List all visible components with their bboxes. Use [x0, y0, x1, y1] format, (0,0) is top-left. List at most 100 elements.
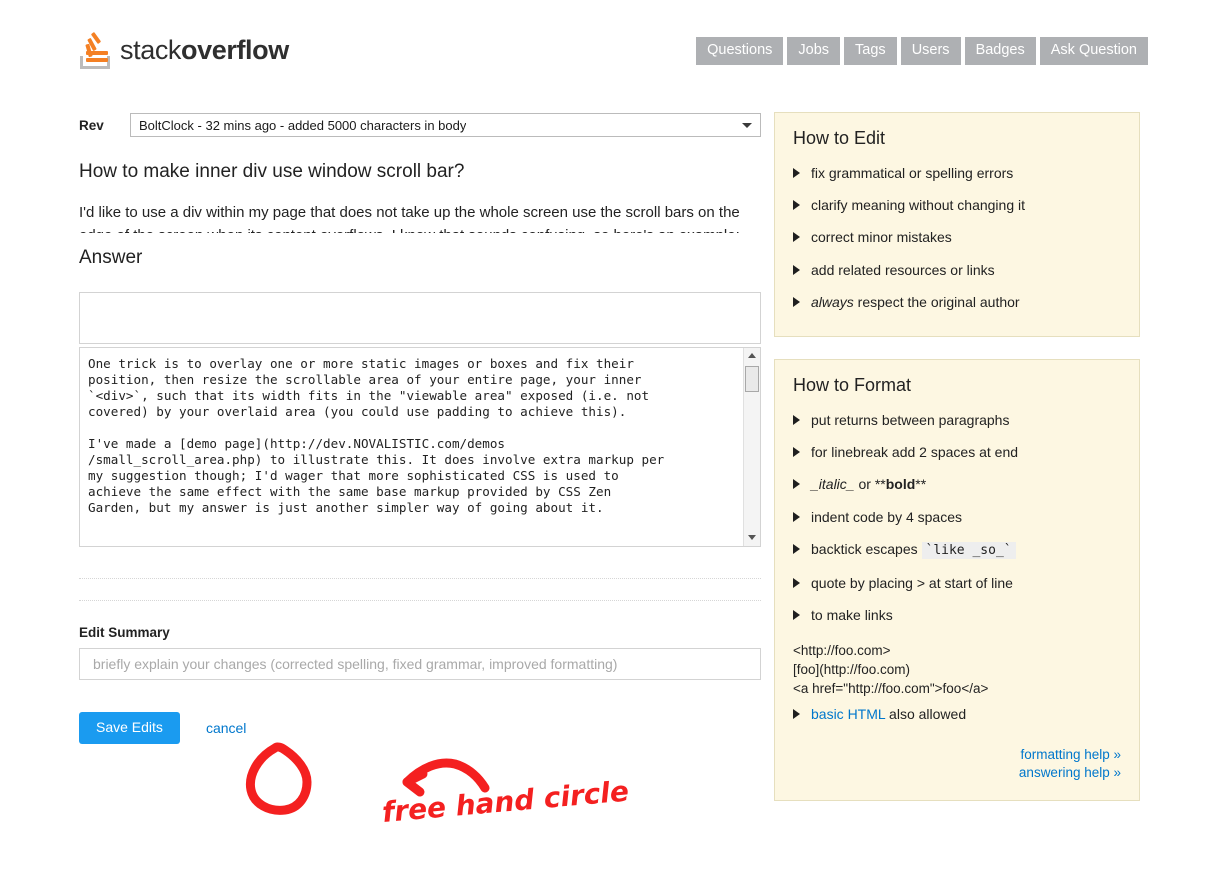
list-item-label: to make links [811, 606, 893, 623]
list-item: correct minor mistakes [793, 221, 1121, 253]
nav-users[interactable]: Users [900, 37, 961, 65]
help-links: formatting help » answering help » [793, 746, 1121, 782]
basic-html-link[interactable]: basic HTML [811, 706, 885, 722]
how-to-format-title: How to Format [793, 374, 912, 395]
list-item: indent code by 4 spaces [793, 501, 1121, 533]
save-edits-button[interactable]: Save Edits [79, 711, 180, 745]
list-item: add related resources or links [793, 254, 1121, 286]
stackoverflow-logo[interactable]: stackoverflow [79, 28, 289, 72]
bullet-triangle-icon [793, 577, 800, 588]
link-sample-autolink: <http://foo.com> [793, 642, 891, 658]
edit-form: Rev BoltClock - 32 mins ago - added 5000… [79, 112, 761, 745]
list-item: to make links [793, 599, 1121, 631]
list-item-label: backtick escapes [811, 540, 922, 557]
bullet-triangle-icon [793, 168, 800, 178]
freehand-annotation-text: free hand circle [381, 775, 630, 829]
list-item-label: quote by placing > at start of line [811, 574, 1013, 591]
list-item-label: respect the original author [853, 293, 1020, 310]
revision-selected-value: BoltClock - 32 mins ago - added 5000 cha… [139, 117, 467, 133]
how-to-edit-title: How to Edit [793, 128, 886, 148]
arrow-shaft-icon [402, 758, 490, 793]
cancel-link[interactable]: cancel [206, 720, 246, 736]
top-navigation: Questions Jobs Tags Users Badges Ask Que… [696, 37, 1148, 65]
list-item-label: add related resources or links [811, 261, 995, 278]
freehand-annotation-svg: free hand circle [245, 742, 630, 829]
list-item-emphasis: always [811, 293, 854, 310]
nav-ask-question[interactable]: Ask Question [1039, 37, 1148, 65]
list-item: basic HTML also allowed [793, 698, 1121, 730]
answer-heading: Answer [79, 246, 143, 268]
bullet-triangle-icon [793, 708, 800, 719]
list-item: backtick escapes `like _so_` [793, 533, 1121, 567]
edit-summary-placeholder: briefly explain your changes (corrected … [93, 655, 618, 672]
nav-jobs[interactable]: Jobs [787, 37, 841, 65]
link-sample-html: <a href="http://foo.com">foo</a> [793, 680, 989, 696]
how-to-format-list: put returns between paragraphs for lineb… [793, 404, 1121, 631]
list-item: quote by placing > at start of line [793, 567, 1121, 599]
bullet-triangle-icon [793, 479, 800, 490]
stackoverflow-logo-icon [79, 31, 113, 69]
logo-text-bold: overflow [181, 34, 289, 65]
list-item: clarify meaning without changing it [793, 189, 1121, 221]
bullet-triangle-icon [793, 543, 800, 554]
divider-bottom [79, 599, 761, 601]
nav-badges[interactable]: Badges [964, 37, 1036, 65]
list-item: fix grammatical or spelling errors [793, 157, 1121, 189]
answer-preview-pane [79, 291, 761, 344]
chevron-down-icon [742, 123, 752, 128]
scroll-up-icon[interactable] [744, 348, 760, 364]
how-to-edit-panel: How to Edit fix grammatical or spelling … [774, 112, 1140, 337]
form-actions: Save Edits cancel [79, 711, 761, 745]
bullet-triangle-icon [793, 232, 800, 243]
answering-help-link[interactable]: answering help » [793, 764, 1121, 782]
edit-summary-input[interactable]: briefly explain your changes (corrected … [79, 647, 761, 680]
edit-summary-label: Edit Summary [79, 624, 170, 640]
bullet-triangle-icon [793, 264, 800, 275]
bullet-triangle-icon [793, 447, 800, 458]
bullet-triangle-icon [793, 200, 800, 211]
nav-questions[interactable]: Questions [696, 37, 784, 65]
list-item-label: for linebreak add 2 spaces at end [811, 444, 1019, 461]
question-title: How to make inner div use window scroll … [79, 161, 465, 182]
bullet-triangle-icon [793, 414, 800, 425]
revision-select[interactable]: BoltClock - 32 mins ago - added 5000 cha… [130, 113, 761, 137]
freehand-circle-icon [245, 742, 312, 815]
how-to-edit-list: fix grammatical or spelling errors clari… [793, 157, 1121, 318]
list-item-label: correct minor mistakes [811, 229, 952, 246]
formatting-help-link[interactable]: formatting help » [793, 746, 1121, 764]
list-item-label: also allowed [885, 705, 967, 722]
code-sample: `like _so_` [921, 541, 1016, 559]
arrow-head-icon [402, 769, 428, 797]
italic-sample: _italic_ [811, 476, 855, 493]
revision-label: Rev [79, 117, 104, 133]
bullet-triangle-icon [793, 296, 800, 307]
answer-editor[interactable]: One trick is to overlay one or more stat… [79, 346, 761, 547]
site-header: stackoverflow Questions Jobs Tags Users … [0, 0, 1205, 95]
logo-wordmark: stackoverflow [120, 34, 289, 65]
freehand-annotation: free hand circle [235, 730, 665, 850]
scroll-down-icon[interactable] [744, 530, 760, 546]
list-item: put returns between paragraphs [793, 404, 1121, 436]
format-mid-text: or ** [854, 476, 886, 493]
link-sample-markdown: [foo](http://foo.com) [793, 661, 911, 677]
list-item: always respect the original author [793, 286, 1121, 318]
link-syntax-samples: <http://foo.com> [foo](http://foo.com) <… [793, 641, 1121, 698]
how-to-format-panel: How to Format put returns between paragr… [774, 358, 1140, 802]
bullet-triangle-icon [793, 511, 800, 522]
list-item: _italic_ or **bold** [793, 468, 1121, 500]
sidebar: How to Edit fix grammatical or spelling … [774, 112, 1140, 802]
list-item-label: fix grammatical or spelling errors [811, 165, 1014, 181]
editor-scrollbar[interactable] [743, 347, 760, 546]
revision-row: Rev BoltClock - 32 mins ago - added 5000… [79, 112, 761, 138]
divider-top [79, 577, 761, 579]
scrollbar-thumb[interactable] [745, 365, 759, 392]
bold-sample: bold [885, 476, 916, 493]
list-item-label: put returns between paragraphs [811, 411, 1010, 428]
bullet-triangle-icon [793, 609, 800, 620]
nav-tags[interactable]: Tags [844, 37, 897, 65]
logo-text-light: stack [120, 34, 182, 65]
list-item: for linebreak add 2 spaces at end [793, 436, 1121, 468]
format-tail-text: ** [915, 476, 927, 493]
list-item-label: indent code by 4 spaces [811, 508, 962, 525]
answer-textarea[interactable]: One trick is to overlay one or more stat… [80, 348, 743, 546]
